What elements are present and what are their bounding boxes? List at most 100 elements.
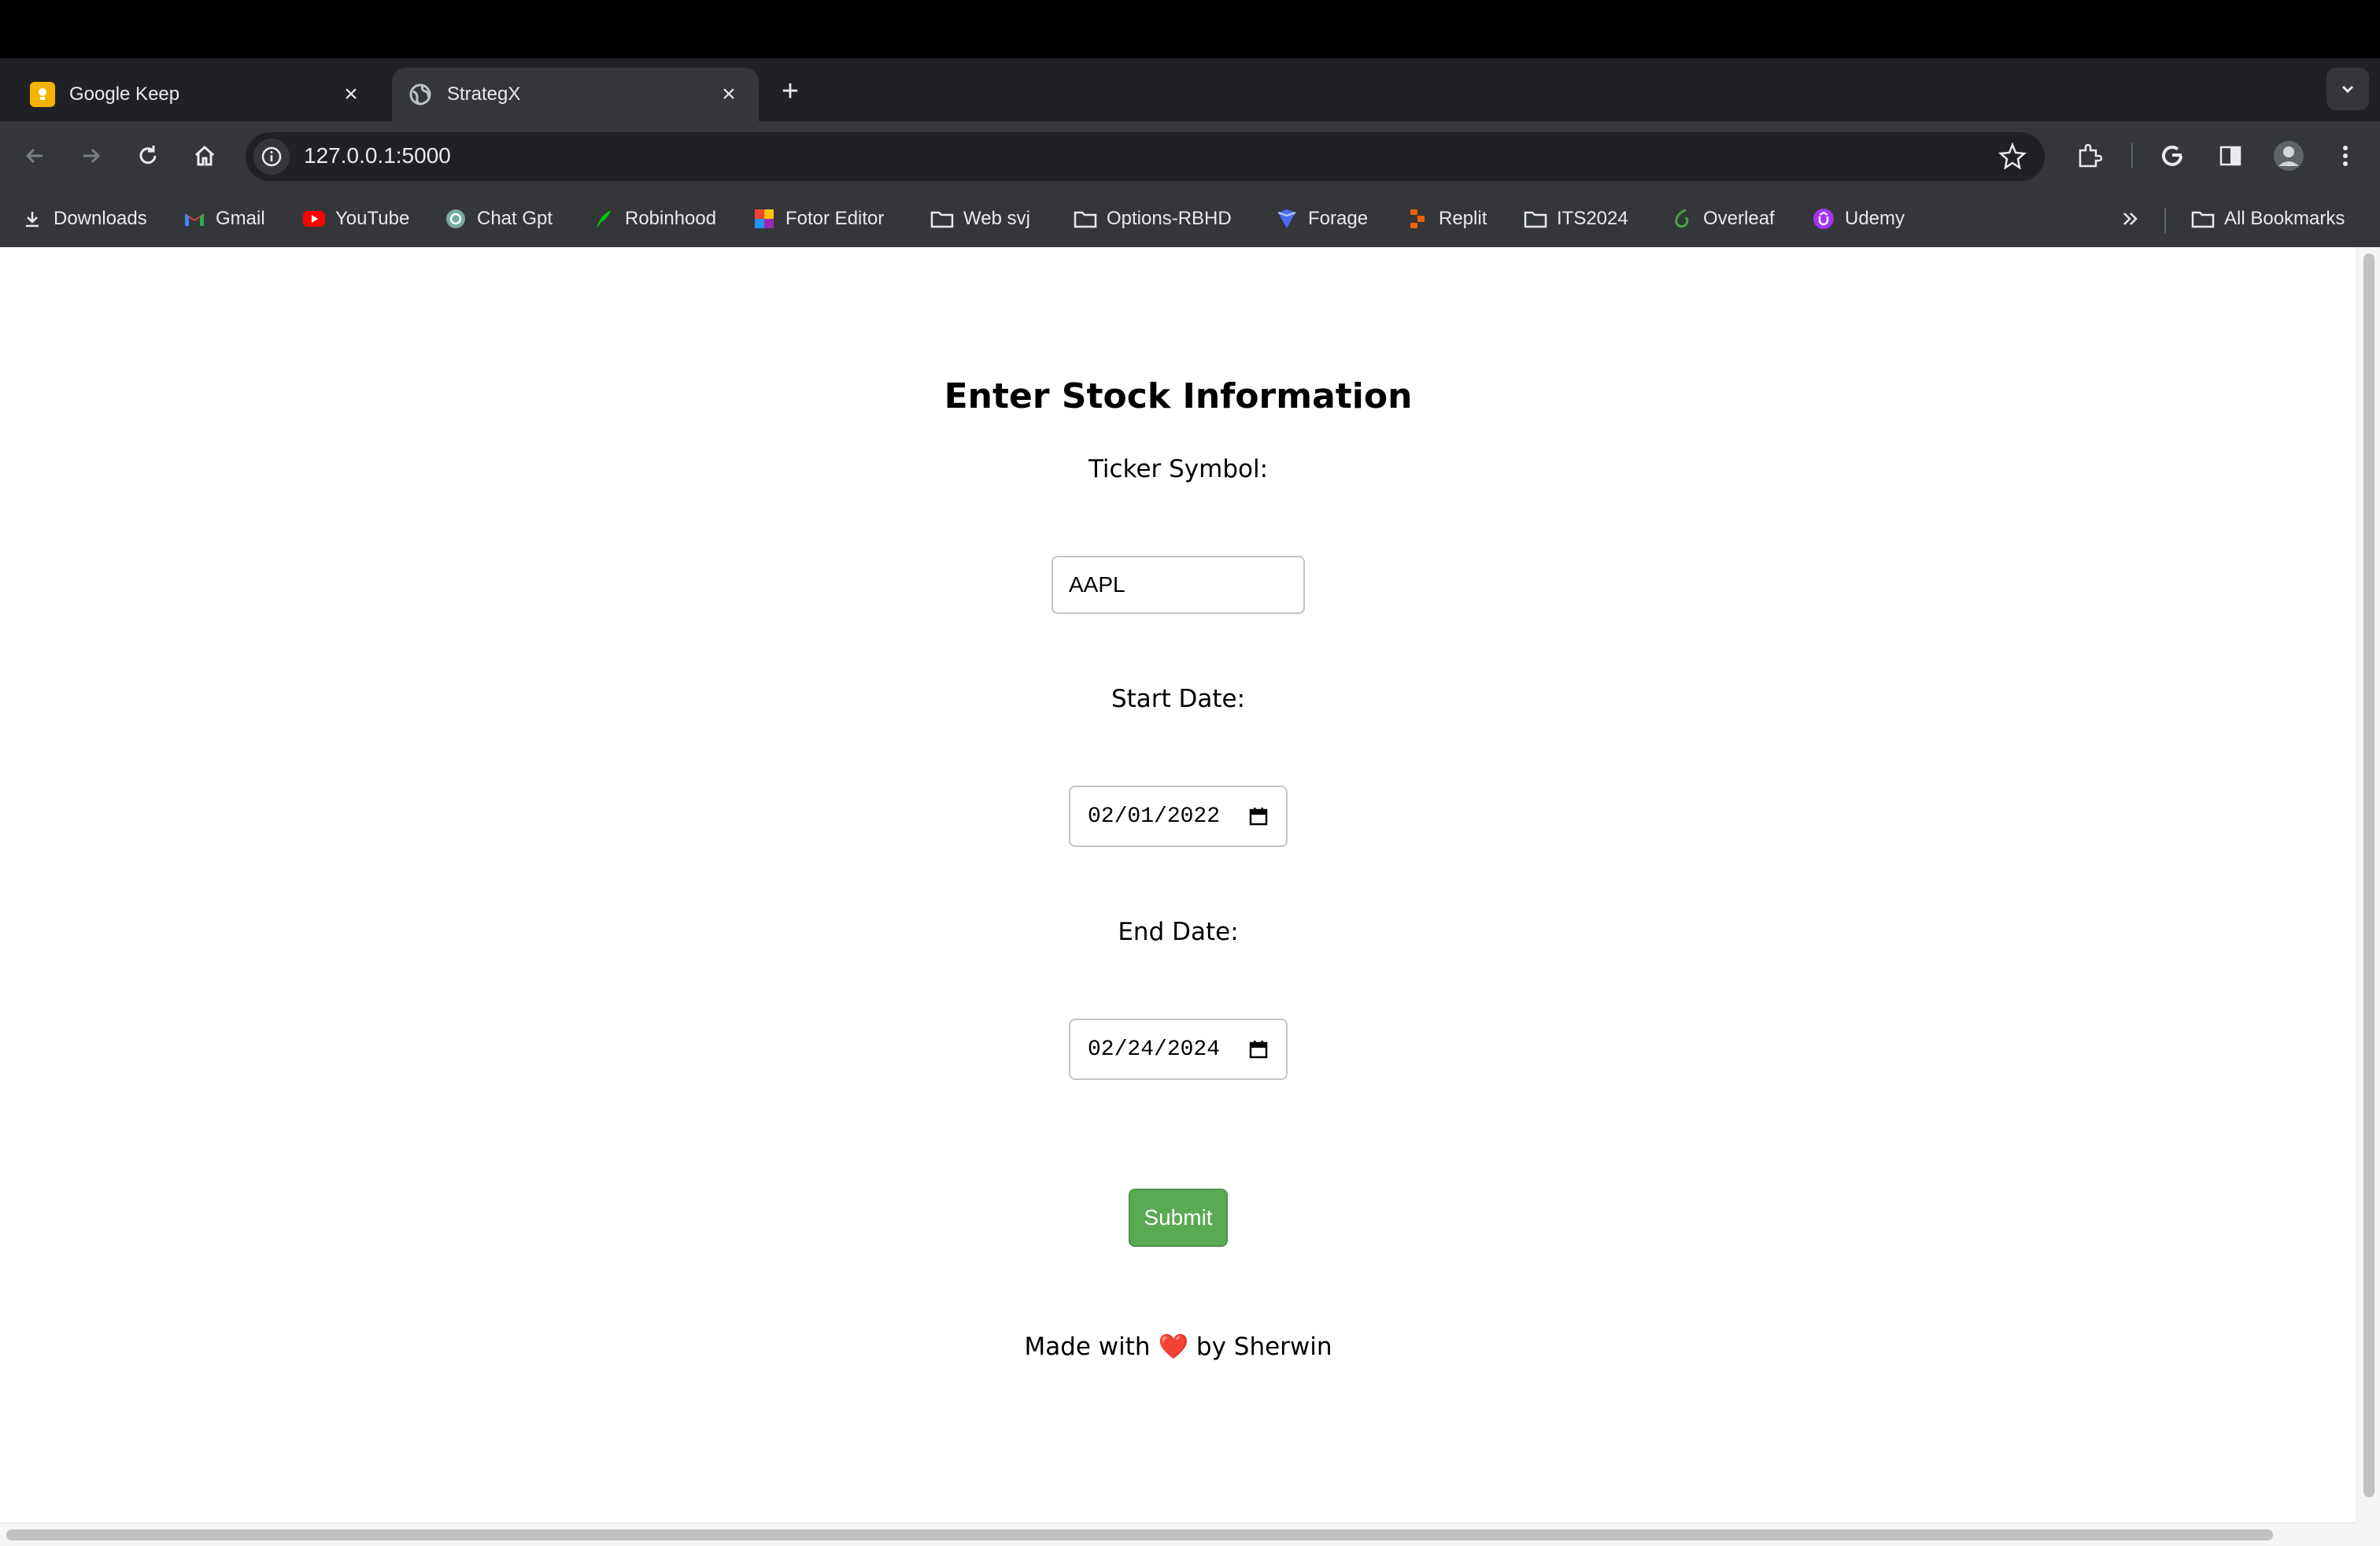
- chevron-down-icon: [2341, 85, 2354, 94]
- scrollbar-thumb[interactable]: [6, 1529, 2273, 1540]
- home-button[interactable]: [186, 137, 224, 175]
- avatar: [2274, 141, 2304, 171]
- all-bookmarks-label: All Bookmarks: [2224, 208, 2345, 229]
- bookmark-label: Replit: [1439, 208, 1488, 229]
- robinhood-icon: [592, 207, 615, 231]
- bookmark-udemy[interactable]: Udemy: [1812, 202, 1905, 236]
- browser-window: Google Keep × StrategX × + 127.0.0.1:500…: [0, 0, 2380, 1546]
- bookmark-label: Fotor Editor: [785, 208, 885, 229]
- footer-prefix: Made with: [1024, 1333, 1151, 1361]
- address-bar[interactable]: 127.0.0.1:5000: [246, 132, 2045, 181]
- close-tab-icon[interactable]: ×: [715, 80, 743, 109]
- bookmark-forage[interactable]: Forage: [1275, 202, 1368, 236]
- kebab-menu-icon: [2343, 146, 2348, 166]
- tab-strategx[interactable]: StrategX ×: [392, 68, 759, 121]
- bookmark-folder-web-svj[interactable]: Web svj: [930, 202, 1030, 236]
- bookmark-label: Chat Gpt: [477, 208, 553, 229]
- end-date-label: End Date:: [1118, 918, 1239, 946]
- bookmark-robinhood[interactable]: Robinhood: [592, 202, 716, 236]
- folder-icon: [2191, 207, 2215, 231]
- calendar-icon[interactable]: [1248, 1039, 1269, 1060]
- close-tab-icon[interactable]: ×: [337, 80, 365, 109]
- chrome-menu-button[interactable]: [2326, 137, 2364, 175]
- gmail-icon: [183, 207, 206, 231]
- chatgpt-icon: [444, 207, 468, 231]
- folder-icon: [930, 207, 954, 231]
- tab-strip: Google Keep × StrategX ×: [0, 58, 2380, 121]
- bookmarks-divider: [2164, 208, 2166, 233]
- tab-title: StrategX: [447, 83, 521, 105]
- bookmark-label: Forage: [1308, 208, 1369, 229]
- download-icon: [20, 207, 44, 231]
- folder-icon: [1524, 207, 1547, 231]
- footer-credit: Made with ❤️ by Sherwin: [0, 1332, 2356, 1361]
- heart-icon: ❤️: [1158, 1333, 1189, 1361]
- reload-icon: [139, 146, 157, 165]
- end-date-value: 02/24/2024: [1088, 1037, 1221, 1062]
- udemy-icon: [1812, 207, 1835, 231]
- footer-suffix: by Sherwin: [1196, 1333, 1332, 1361]
- back-button[interactable]: [16, 137, 54, 175]
- bookmark-label: Downloads: [54, 208, 147, 229]
- all-bookmarks-button[interactable]: All Bookmarks: [2191, 202, 2345, 236]
- calendar-icon[interactable]: [1248, 806, 1269, 827]
- google-extension-button[interactable]: [2153, 137, 2191, 175]
- bookmark-label: ITS2024: [1557, 208, 1628, 229]
- puzzle-icon: [2079, 143, 2102, 168]
- start-date-label: Start Date:: [1111, 685, 1246, 713]
- scrollbar-thumb[interactable]: [2363, 253, 2374, 1497]
- menu-bar-area: [0, 0, 2380, 58]
- ticker-label: Ticker Symbol:: [1088, 455, 1269, 483]
- youtube-icon: [302, 207, 326, 231]
- forward-button[interactable]: [72, 137, 110, 175]
- start-date-value: 02/01/2022: [1088, 804, 1221, 829]
- home-icon: [194, 145, 215, 166]
- bookmark-chatgpt[interactable]: Chat Gpt: [444, 202, 552, 236]
- bookmark-label: Overleaf: [1703, 208, 1775, 229]
- side-panel-icon: [2219, 146, 2241, 166]
- end-date-input[interactable]: 02/24/2024: [1069, 1019, 1288, 1080]
- bookmark-downloads[interactable]: Downloads: [20, 202, 147, 236]
- reload-button[interactable]: [129, 137, 167, 175]
- replit-icon: [1406, 207, 1429, 231]
- start-date-input[interactable]: 02/01/2022: [1069, 786, 1288, 847]
- site-info-icon[interactable]: [253, 139, 290, 175]
- bookmark-label: Options-RBHD: [1107, 208, 1232, 229]
- overleaf-icon: [1670, 207, 1694, 231]
- bookmark-replit[interactable]: Replit: [1406, 202, 1487, 236]
- url-text: 127.0.0.1:5000: [304, 143, 451, 168]
- google-keep-icon: [30, 82, 55, 107]
- browser-toolbar: 127.0.0.1:5000: [0, 121, 2380, 190]
- tab-search-button[interactable]: [2326, 68, 2369, 110]
- arrow-right-icon: [83, 148, 101, 164]
- bookmark-overleaf[interactable]: Overleaf: [1670, 202, 1775, 236]
- bookmark-star-icon[interactable]: [1998, 142, 2027, 172]
- bookmark-label: YouTube: [335, 208, 410, 229]
- vertical-scrollbar[interactable]: [2356, 247, 2380, 1522]
- globe-icon: [408, 82, 433, 107]
- scrollbar-corner: [2356, 1522, 2380, 1546]
- bookmark-gmail[interactable]: Gmail: [183, 202, 265, 236]
- arrow-left-icon: [25, 148, 42, 164]
- submit-button[interactable]: Submit: [1129, 1189, 1228, 1247]
- more-bookmarks-button[interactable]: [2119, 202, 2152, 236]
- page-content: Enter Stock Information Ticker Symbol: S…: [0, 247, 2380, 1546]
- fotor-icon: [752, 207, 776, 231]
- profile-button[interactable]: [2270, 137, 2308, 175]
- new-tab-button[interactable]: +: [773, 74, 808, 109]
- bookmark-youtube[interactable]: YouTube: [302, 202, 409, 236]
- bookmarks-bar: Downloads Gmail YouTube Chat Gpt Robinho…: [0, 190, 2380, 247]
- tab-title: Google Keep: [69, 83, 180, 105]
- ticker-input[interactable]: [1051, 556, 1305, 614]
- page-title: Enter Stock Information: [944, 376, 1413, 416]
- horizontal-scrollbar[interactable]: [0, 1522, 2356, 1546]
- tab-google-keep[interactable]: Google Keep ×: [14, 68, 381, 121]
- bookmark-folder-options-rbhd[interactable]: Options-RBHD: [1074, 202, 1232, 236]
- folder-icon: [1074, 207, 1097, 231]
- side-panel-button[interactable]: [2212, 137, 2249, 175]
- extensions-button[interactable]: [2070, 137, 2108, 175]
- bookmark-label: Gmail: [216, 208, 265, 229]
- forage-icon: [1275, 207, 1299, 231]
- bookmark-folder-its2024[interactable]: ITS2024: [1524, 202, 1628, 236]
- bookmark-fotor[interactable]: Fotor Editor: [752, 202, 884, 236]
